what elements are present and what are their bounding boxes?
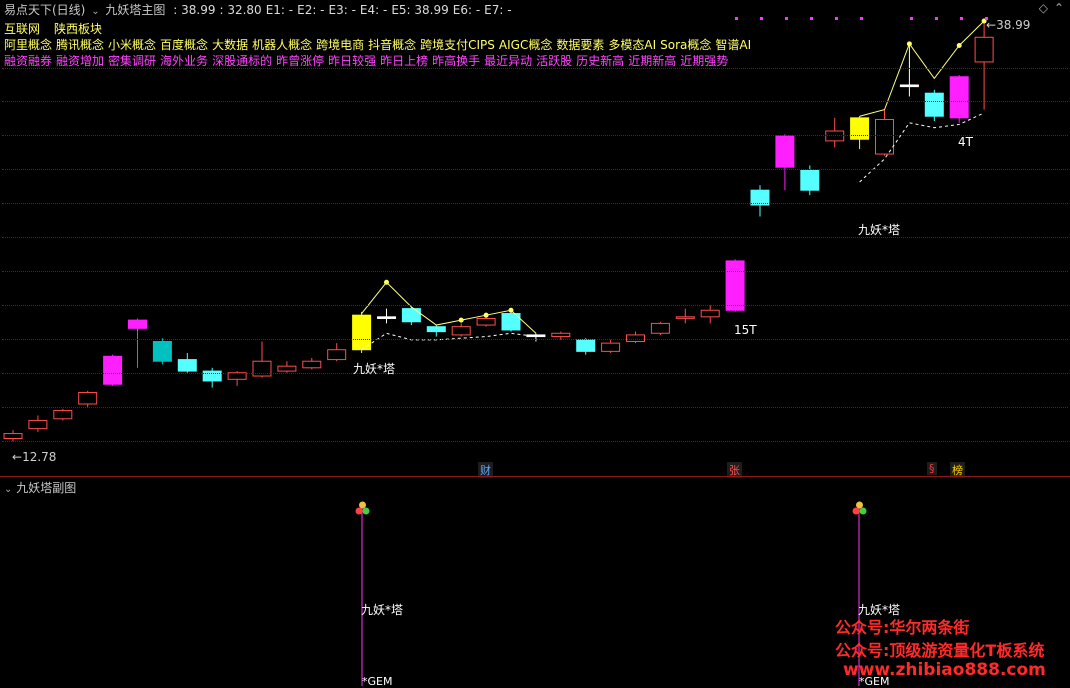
- candle-body: [601, 342, 621, 352]
- grid-line: [2, 441, 1068, 442]
- tower-vertex: [384, 279, 389, 285]
- signal-dot: [835, 17, 838, 20]
- candle-body: [850, 117, 870, 140]
- arrow-left-icon: ←: [12, 450, 23, 464]
- candle-body: [277, 365, 297, 372]
- tower-outline: [361, 332, 536, 351]
- gem-label-1: *GEM: [362, 675, 393, 688]
- grid-line: [2, 407, 1068, 408]
- grid-line: [2, 373, 1068, 374]
- grid-line: [2, 135, 1068, 136]
- high-price-label: ←38.99: [986, 18, 1031, 32]
- candle-body: [700, 309, 720, 318]
- label-15t: 15T: [734, 323, 757, 337]
- tower-signal-label-2: 九妖*塔: [858, 223, 901, 237]
- candle-body: [128, 319, 147, 329]
- candle-body: [426, 326, 446, 333]
- candle-body: [352, 314, 372, 351]
- candle-body: [551, 332, 571, 338]
- candle-body: [78, 391, 98, 405]
- tower-vertex: [508, 307, 514, 313]
- tower-vertex: [483, 312, 489, 318]
- candle-body: [103, 355, 123, 385]
- grid-line: [2, 101, 1068, 102]
- event-marker-section[interactable]: §: [927, 462, 937, 475]
- tower-vertex: [458, 317, 464, 323]
- signal-dot: [760, 17, 763, 20]
- candlestick-chart[interactable]: [0, 0, 1070, 476]
- sub-signal-label-1: 九妖*塔: [361, 603, 404, 617]
- watermark-line-3: www.zhibiao888.com: [843, 660, 1046, 680]
- candle-body: [53, 410, 73, 420]
- grid-line: [2, 203, 1068, 204]
- candle-body: [875, 119, 894, 155]
- tower-vertex: [906, 41, 912, 47]
- candle-body: [675, 316, 695, 319]
- candle-body: [949, 76, 969, 119]
- candle-body: [152, 340, 172, 362]
- candle-body: [327, 349, 347, 361]
- candle-body: [800, 169, 820, 191]
- signal-dot: [785, 17, 788, 20]
- candle-body: [401, 308, 421, 323]
- watermark-line-1: 公众号:华尔两条街: [835, 618, 970, 637]
- grid-line: [2, 339, 1068, 340]
- signal-dot: [860, 17, 863, 20]
- candle-body: [725, 260, 745, 311]
- candle-body: [775, 135, 795, 168]
- signal-dot: [910, 17, 913, 20]
- candle-body: [476, 317, 496, 326]
- watermark-line-2: 公众号:顶级游资量化T板系统: [835, 641, 1045, 660]
- candle-body: [3, 433, 23, 440]
- low-price-label: ←12.78: [12, 450, 57, 464]
- candle-body: [899, 84, 919, 88]
- candle-body: [576, 339, 596, 352]
- arrow-left-icon: ←: [986, 18, 997, 32]
- grid-line: [2, 169, 1068, 170]
- tower-signal-label-1: 九妖*塔: [353, 362, 396, 376]
- candle-body: [177, 359, 197, 372]
- candle-body: [377, 316, 396, 319]
- signal-dot: [735, 17, 738, 20]
- signal-dot: [960, 17, 963, 20]
- grid-line: [2, 237, 1068, 238]
- tower-vertex: [956, 43, 962, 49]
- candle-body: [924, 92, 944, 117]
- signal-dot: [810, 17, 813, 20]
- candle-body: [28, 419, 48, 430]
- candle-body: [302, 360, 322, 369]
- label-4t: 4T: [958, 135, 973, 149]
- candle-body: [650, 322, 670, 334]
- grid-line: [2, 271, 1068, 272]
- signal-dot: [935, 17, 938, 20]
- candle-body: [974, 36, 994, 63]
- grid-line: [2, 305, 1068, 306]
- candle-body: [451, 326, 471, 336]
- grid-line: [2, 68, 1068, 69]
